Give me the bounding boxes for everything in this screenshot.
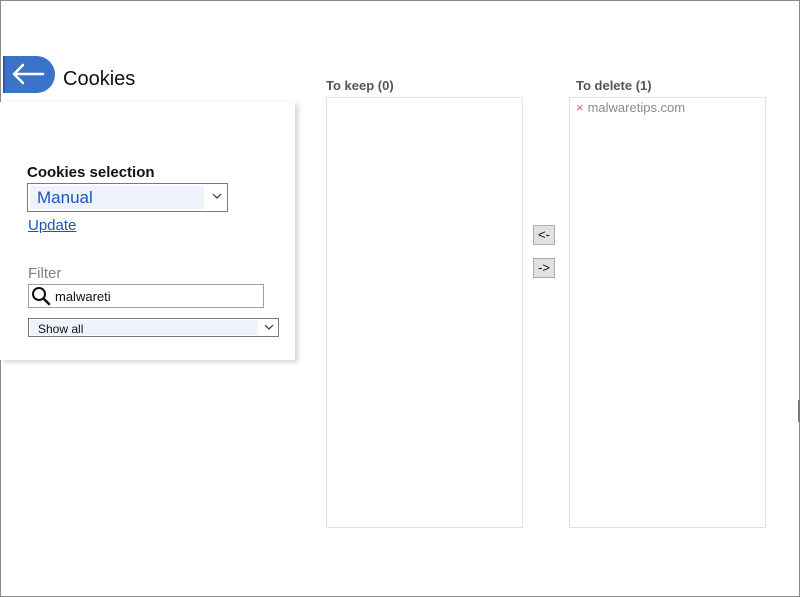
page-title: Cookies — [63, 68, 136, 90]
list-item-label: malwaretips.com — [587, 100, 686, 115]
update-link[interactable]: Update — [28, 217, 76, 234]
show-filter-value: Show all — [38, 322, 84, 336]
cookies-selection-value: Manual — [37, 188, 93, 207]
move-to-delete-button[interactable]: -> — [533, 258, 555, 278]
to-delete-header: To delete (1) — [576, 78, 652, 93]
cookies-selection-label: Cookies selection — [27, 164, 155, 181]
magnifier-icon — [32, 287, 51, 306]
back-button-edge — [3, 56, 5, 93]
move-to-keep-button[interactable]: <- — [533, 225, 555, 245]
cookies-selection-dropdown[interactable]: Manual — [27, 183, 228, 212]
filter-label: Filter — [28, 265, 62, 282]
to-keep-list[interactable] — [326, 97, 523, 528]
chevron-down-icon — [212, 193, 222, 199]
filter-input-text: malwareti — [55, 289, 111, 304]
remove-icon: × — [576, 100, 584, 115]
arrow-left-icon — [12, 63, 45, 85]
to-delete-list[interactable]: × malwaretips.com — [569, 97, 766, 528]
chevron-down-icon — [264, 324, 274, 330]
filter-search-input[interactable]: malwareti — [28, 284, 264, 308]
back-button[interactable] — [3, 56, 55, 93]
show-filter-dropdown[interactable]: Show all — [28, 318, 279, 337]
to-keep-header: To keep (0) — [326, 78, 394, 93]
list-item[interactable]: × malwaretips.com — [576, 100, 685, 115]
